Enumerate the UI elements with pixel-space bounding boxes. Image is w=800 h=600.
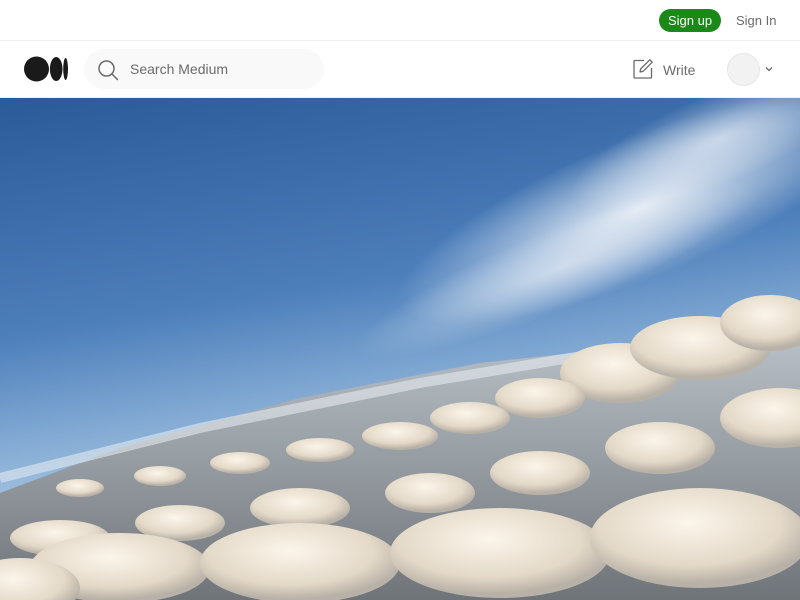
write-label: Write	[663, 62, 696, 78]
medium-logo-icon[interactable]	[24, 56, 69, 82]
navbar: Write	[0, 41, 800, 98]
sign-up-button[interactable]: Sign up	[659, 9, 721, 32]
search-icon	[98, 60, 119, 81]
top-bar: Sign up Sign In	[0, 0, 800, 41]
sign-in-link[interactable]: Sign In	[736, 13, 776, 28]
avatar[interactable]	[727, 53, 760, 86]
chevron-down-icon[interactable]	[764, 64, 774, 74]
search-input[interactable]	[130, 49, 315, 89]
pencil-square-icon	[633, 59, 653, 79]
hero-image	[0, 98, 800, 600]
search-bar[interactable]	[84, 49, 324, 89]
